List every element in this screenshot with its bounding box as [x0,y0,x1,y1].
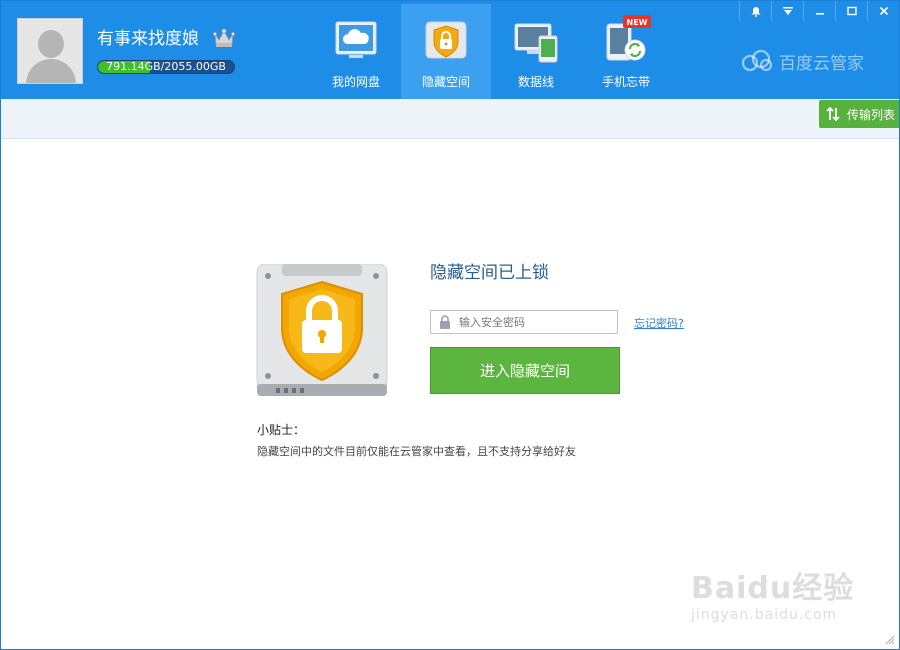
hidden-space-lock-illustration [256,264,388,396]
toolbar-strip: 传输列表 [1,99,899,139]
avatar-head-shape [38,30,64,58]
brand-logo: 百度云管家 [741,49,864,74]
notification-button[interactable] [739,1,771,21]
tab-hidden-space-label: 隐藏空间 [421,75,470,89]
tab-my-drive-label: 我的网盘 [331,75,380,89]
crown-icon[interactable] [213,28,235,48]
quota-used: 791.14 [106,60,145,73]
minimize-icon [815,13,824,15]
tab-my-drive[interactable]: 我的网盘 [311,4,401,99]
tips-text: 隐藏空间中的文件目前仅能在云管家中查看，且不支持分享给好友 [257,445,576,458]
cloud-drive-icon [335,21,377,58]
close-button[interactable] [867,1,899,21]
app-window: 有事来找度娘 791.14GB/2055.00GB 我的网盘 隐藏空间 数据线 … [0,0,900,650]
tab-phone-forgot-label: 手机忘带 [601,75,650,89]
username[interactable]: 有事来找度娘 [97,28,199,50]
tab-hidden-space[interactable]: 隐藏空间 [401,4,491,99]
shield-lock-icon [425,21,467,59]
watermark-sub: jingyan.baidu.com [691,607,838,623]
brand-name: 百度云管家 [779,53,864,74]
tab-data-cable[interactable]: 数据线 [491,4,581,99]
password-input[interactable] [459,313,614,331]
quota-total: GB/2055.00GB [144,60,226,73]
lock-icon [440,315,450,329]
minimize-button[interactable] [803,1,835,21]
new-badge: NEW [623,15,651,28]
main-nav: 我的网盘 隐藏空间 数据线 NEW 手机忘带 [311,4,671,99]
storage-quota-bar[interactable]: 791.14GB/2055.00GB [97,60,235,74]
password-field[interactable] [430,310,618,334]
new-badge-text: NEW [627,18,648,27]
window-controls [739,1,899,21]
tips-title: 小贴士： [257,423,306,437]
maximize-button[interactable] [835,1,867,21]
avatar-body-shape [26,59,76,83]
menu-button[interactable] [771,1,803,21]
maximize-icon [846,6,857,16]
resize-grip-icon[interactable] [885,635,895,645]
devices-icon [514,23,558,63]
tab-data-cable-label: 数据线 [517,75,554,89]
header-bar: 有事来找度娘 791.14GB/2055.00GB 我的网盘 隐藏空间 数据线 … [1,1,899,99]
forgot-password-link[interactable]: 忘记密码? [634,315,684,331]
dropdown-menu-icon [782,7,793,15]
transfer-list-label: 传输列表 [847,107,896,122]
transfer-arrows-icon [826,106,840,122]
tab-phone-forgot[interactable]: NEW 手机忘带 [581,4,671,99]
watermark-main: Baidu经验 [691,571,855,606]
close-icon [879,6,888,16]
lock-status-title: 隐藏空间已上锁 [430,263,549,283]
bell-icon [751,6,760,17]
transfer-list-button[interactable]: 传输列表 [819,100,899,128]
enter-hidden-space-button[interactable]: 进入隐藏空间 [430,347,620,394]
cloud-logo-icon [741,49,773,72]
storage-quota-text: 791.14GB/2055.00GB [98,61,234,73]
baidu-jingyan-watermark: Baidu经验 jingyan.baidu.com [691,563,861,633]
avatar[interactable] [17,18,83,84]
